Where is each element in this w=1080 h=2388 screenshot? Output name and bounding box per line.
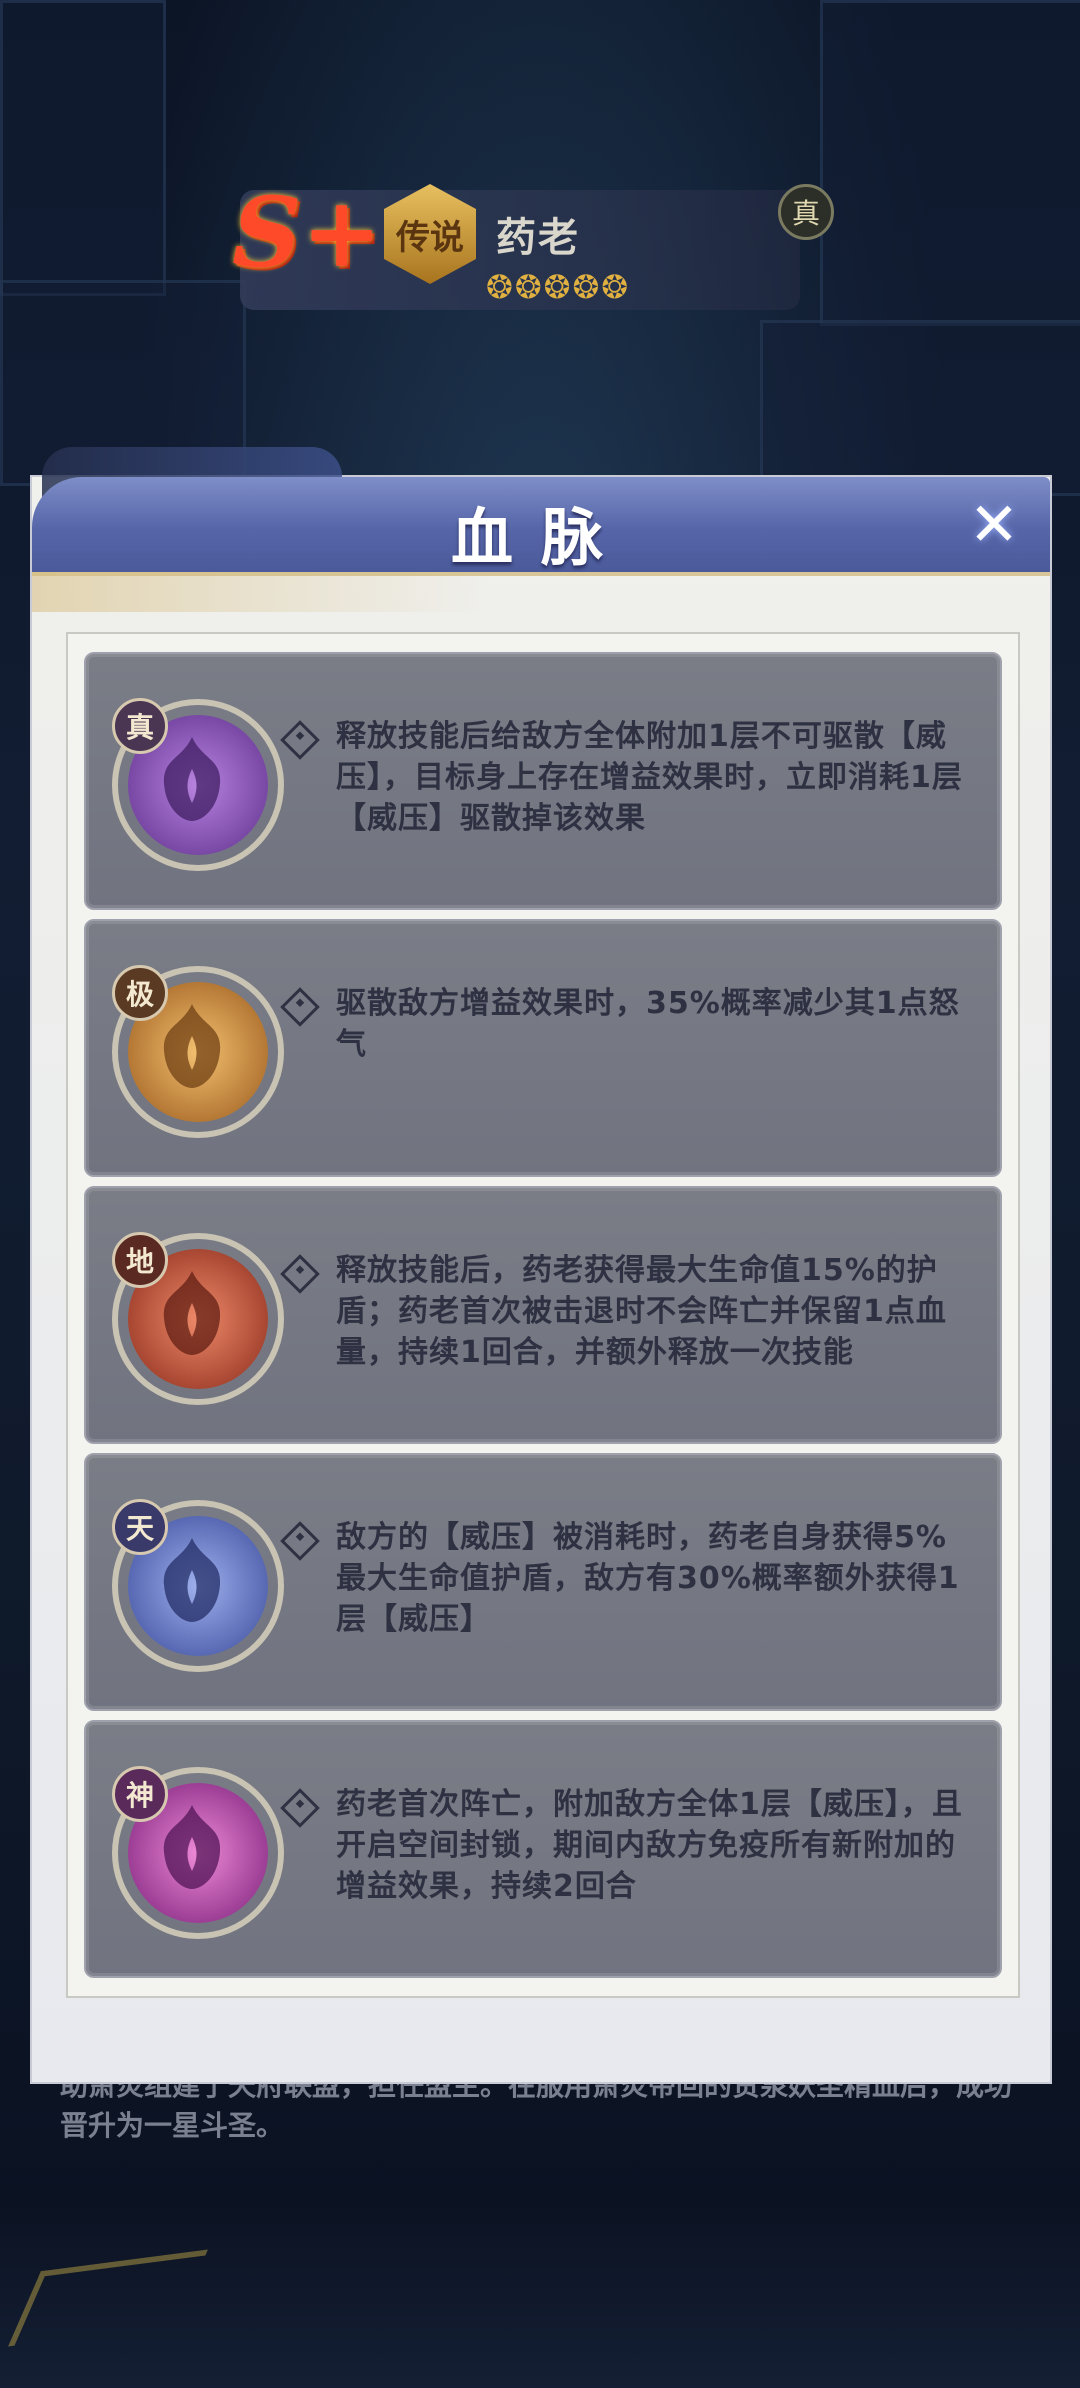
true-badge[interactable]: 真 <box>778 184 834 240</box>
close-icon: ✕ <box>968 490 1020 560</box>
gold-trim <box>32 572 1050 612</box>
bloodline-description: 释放技能后给敌方全体附加1层不可驱散【威压】，目标身上存在增益效果时，立即消耗1… <box>336 719 963 836</box>
bloodline-card: 地 释放技能后，药老获得最大生命值15%的护盾；药老首次被击退时不会阵亡并保留1… <box>84 1186 1002 1444</box>
diamond-bullet-icon <box>280 720 320 760</box>
bloodline-list[interactable]: 真 释放技能后给敌方全体附加1层不可驱散【威压】，目标身上存在增益效果时，立即消… <box>66 632 1020 1998</box>
diamond-bullet-icon <box>280 1521 320 1561</box>
star-rating-icon: ❂❂❂❂❂ <box>486 268 631 306</box>
modal-title: 血脉 <box>450 501 631 574</box>
modal-header: 血脉 ✕ <box>32 477 1050 576</box>
rarity-label: 传说 <box>396 217 464 258</box>
bloodline-description: 释放技能后，药老获得最大生命值15%的护盾；药老首次被击退时不会阵亡并保留1点血… <box>336 1253 947 1370</box>
bloodline-card: 真 释放技能后给敌方全体附加1层不可驱散【威压】，目标身上存在增益效果时，立即消… <box>84 652 1002 910</box>
bloodline-card: 神 药老首次阵亡，附加敌方全体1层【威压】，且开启空间封锁，期间内敌方免疫所有新… <box>84 1720 1002 1978</box>
bg-panel <box>820 0 1080 326</box>
tier-badge: 地 <box>112 1232 168 1288</box>
bloodline-card: 极 驱散敌方增益效果时，35%概率减少其1点怒气 <box>84 919 1002 1177</box>
tier-badge: 极 <box>112 965 168 1021</box>
diamond-bullet-icon <box>280 1254 320 1294</box>
bloodline-modal: 血脉 ✕ 真 释放技能后给敌方全体附加1层不可驱散【威压】，目标身上存在增益效果… <box>30 447 1052 2084</box>
bloodline-card: 天 敌方的【威压】被消耗时，药老自身获得5%最大生命值护盾，敌方有30%概率额外… <box>84 1453 1002 1711</box>
hero-grade: S+ <box>232 176 382 289</box>
tier-badge: 神 <box>112 1766 168 1822</box>
diamond-bullet-icon <box>280 987 320 1027</box>
bloodline-description: 敌方的【威压】被消耗时，药老自身获得5%最大生命值护盾，敌方有30%概率额外获得… <box>336 1520 960 1637</box>
tier-badge: 真 <box>112 698 168 754</box>
diamond-bullet-icon <box>280 1788 320 1828</box>
bloodline-description: 驱散敌方增益效果时，35%概率减少其1点怒气 <box>336 986 960 1062</box>
bg-panel <box>0 0 166 296</box>
hero-name: 药老 <box>496 215 580 261</box>
bloodline-description: 药老首次阵亡，附加敌方全体1层【威压】，且开启空间封锁，期间内敌方免疫所有新附加… <box>336 1787 963 1904</box>
close-button[interactable]: ✕ <box>964 495 1024 555</box>
tier-badge: 天 <box>112 1499 168 1555</box>
bg-panel <box>760 320 1080 496</box>
